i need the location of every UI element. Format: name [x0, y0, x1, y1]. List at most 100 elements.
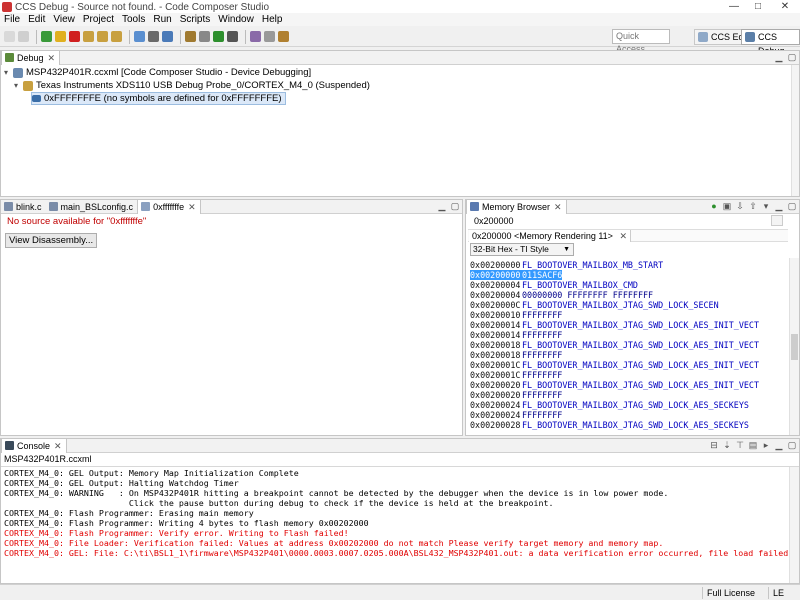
memory-address: 0x0020001C	[470, 360, 521, 370]
ccs-debug-perspective[interactable]: CCS Debug	[741, 29, 800, 56]
clear-console-icon[interactable]: ⊟	[709, 440, 719, 451]
close-icon[interactable]: ✕	[54, 439, 62, 453]
reset-icon[interactable]	[134, 31, 145, 42]
minimize-view-icon[interactable]: ▁	[774, 440, 784, 451]
tab-memory-browser[interactable]: Memory Browser ✕	[466, 199, 567, 214]
go-button[interactable]	[771, 215, 783, 226]
memory-address: 0x00200020	[470, 390, 521, 400]
memory-symbol: FL_BOOTOVER_MAILBOX_JTAG_SWD_LOCK_SECEN	[522, 300, 719, 310]
memory-symbol: FL_BOOTOVER_MAILBOX_MB_START	[522, 260, 664, 270]
close-icon[interactable]: ✕	[188, 200, 196, 214]
step-over-icon[interactable]	[97, 31, 108, 42]
step-return-icon[interactable]	[111, 31, 122, 42]
tab-console[interactable]: Console ✕	[1, 438, 67, 453]
menu-icon[interactable]: ▾	[761, 201, 771, 212]
memory-row[interactable]: 0x0020000C FL_BOOTOVER_MAILBOX_JTAG_SWD_L…	[470, 300, 719, 310]
restart-icon[interactable]	[148, 31, 159, 42]
collapse-icon[interactable]: ▾	[14, 81, 23, 90]
memory-row[interactable]: 0x00200024 FL_BOOTOVER_MAILBOX_JTAG_SWD_L…	[470, 400, 749, 410]
import-icon[interactable]: ⇩	[735, 201, 745, 212]
export-icon[interactable]: ⇧	[748, 201, 758, 212]
navigate-icon[interactable]	[264, 31, 275, 42]
minimize-view-icon[interactable]: ▁	[437, 201, 447, 212]
tab-0xfffffffe[interactable]: 0xfffffffe ✕	[137, 199, 201, 214]
refresh-icon[interactable]: ●	[709, 201, 719, 212]
memory-row[interactable]: 0x0020001C FL_BOOTOVER_MAILBOX_JTAG_SWD_L…	[470, 360, 759, 370]
menu-edit[interactable]: Edit	[28, 14, 45, 25]
menu-window[interactable]: Window	[218, 14, 254, 25]
menu-help[interactable]: Help	[262, 14, 283, 25]
tools-icon[interactable]	[227, 31, 238, 42]
memory-row[interactable]: 0x0020001C FFFFFFFF	[470, 370, 562, 380]
tree-item-thread[interactable]: ▾ Texas Instruments XDS110 USB Debug Pro…	[14, 80, 370, 91]
memory-row[interactable]: 0x00200004 00000000 FFFFFFFF FFFFFFFF	[470, 290, 653, 300]
view-disassembly-button[interactable]: View Disassembly...	[5, 233, 98, 248]
memory-symbol: FL_BOOTOVER_MAILBOX_JTAG_SWD_LOCK_AES_IN…	[522, 360, 759, 370]
scroll-lock-icon[interactable]: ⇣	[722, 440, 732, 451]
format-select[interactable]: 32-Bit Hex - TI Style ▼	[470, 243, 574, 256]
maximize-view-icon[interactable]: ▢	[787, 440, 797, 451]
memory-value: FFFFFFFF	[522, 410, 563, 420]
minimize-view-icon[interactable]: ▁	[774, 201, 784, 212]
tab-debug[interactable]: Debug ✕	[1, 50, 61, 65]
run-icon[interactable]	[213, 31, 224, 42]
memory-row[interactable]: 0x00200010 FFFFFFFF	[470, 310, 562, 320]
pin-console-icon[interactable]: ⊤	[735, 440, 745, 451]
close-icon[interactable]: ✕	[619, 231, 627, 241]
open-console-icon[interactable]: ▸	[761, 440, 771, 451]
maximize-view-icon[interactable]: ▢	[450, 201, 460, 212]
menu-file[interactable]: File	[4, 14, 20, 25]
load-program-icon[interactable]	[162, 31, 173, 42]
memory-row[interactable]: 0x00200014 FL_BOOTOVER_MAILBOX_JTAG_SWD_L…	[470, 320, 759, 330]
minimize-button[interactable]: —	[722, 0, 746, 14]
memory-row[interactable]: 0x00200004 FL_BOOTOVER_MAILBOX_CMD	[470, 280, 638, 290]
menu-scripts[interactable]: Scripts	[180, 14, 211, 25]
tree-item-stack-frame[interactable]: 0xFFFFFFFE (no symbols are defined for 0…	[31, 92, 286, 105]
close-button[interactable]: ✕	[770, 0, 800, 14]
breakpoint-icon[interactable]	[185, 31, 196, 42]
terminate-icon[interactable]	[69, 31, 80, 42]
memory-value: FFFFFFFF	[522, 330, 563, 340]
menu-run[interactable]: Run	[153, 14, 171, 25]
menu-view[interactable]: View	[53, 14, 75, 25]
close-icon[interactable]: ✕	[48, 51, 56, 65]
tree-item-ccxml[interactable]: ▾ MSP432P401R.ccxml [Code Composer Studi…	[4, 67, 311, 78]
tab-memory-rendering[interactable]: 0x200000 <Memory Rendering 11> ✕	[469, 230, 631, 242]
console-scrollbar[interactable]	[789, 467, 799, 583]
memory-row[interactable]: 0x00200020 FL_BOOTOVER_MAILBOX_JTAG_SWD_L…	[470, 380, 759, 390]
minimize-view-icon[interactable]: ▁	[774, 52, 784, 63]
maximize-view-icon[interactable]: ▢	[787, 201, 797, 212]
maximize-button[interactable]: □	[746, 0, 770, 14]
new-tab-icon[interactable]: ▣	[722, 201, 732, 212]
menu-tools[interactable]: Tools	[122, 14, 145, 25]
display-console-icon[interactable]: ▤	[748, 440, 758, 451]
debug-config-icon[interactable]	[199, 31, 210, 42]
debug-scrollbar[interactable]	[791, 65, 799, 196]
address-input[interactable]: 0x200000	[469, 215, 769, 227]
close-icon[interactable]: ✕	[554, 200, 562, 214]
suspend-icon[interactable]	[55, 31, 66, 42]
memory-scrollbar[interactable]	[789, 258, 799, 435]
search-icon[interactable]	[250, 31, 261, 42]
scrollbar-thumb[interactable]	[791, 334, 798, 360]
new-icon[interactable]	[4, 31, 15, 42]
collapse-icon[interactable]: ▾	[4, 68, 13, 77]
resume-icon[interactable]	[41, 31, 52, 42]
memory-row[interactable]: 0x00200028 FL_BOOTOVER_MAILBOX_JTAG_SWD_L…	[470, 420, 749, 430]
quick-access-field[interactable]: Quick Access	[612, 29, 670, 54]
pin-icon[interactable]	[278, 31, 289, 42]
maximize-view-icon[interactable]: ▢	[787, 52, 797, 63]
step-into-icon[interactable]	[83, 31, 94, 42]
memory-row[interactable]: 0x00200000 FL_BOOTOVER_MAILBOX_MB_START	[470, 260, 663, 270]
memory-row[interactable]: 0x00200000 011SACF6	[470, 270, 563, 280]
memory-address: 0x00200024	[470, 410, 521, 420]
save-icon[interactable]	[18, 31, 29, 42]
memory-row[interactable]: 0x00200018 FFFFFFFF	[470, 350, 562, 360]
memory-row[interactable]: 0x00200020 FFFFFFFF	[470, 390, 562, 400]
memory-row[interactable]: 0x00200018 FL_BOOTOVER_MAILBOX_JTAG_SWD_L…	[470, 340, 759, 350]
memory-row[interactable]: 0x00200014 FFFFFFFF	[470, 330, 562, 340]
menu-project[interactable]: Project	[83, 14, 114, 25]
memory-row[interactable]: 0x00200024 FFFFFFFF	[470, 410, 562, 420]
tab-main-bslconfig[interactable]: main_BSLconfig.c	[46, 200, 138, 214]
tab-blink-c[interactable]: blink.c	[1, 200, 46, 214]
